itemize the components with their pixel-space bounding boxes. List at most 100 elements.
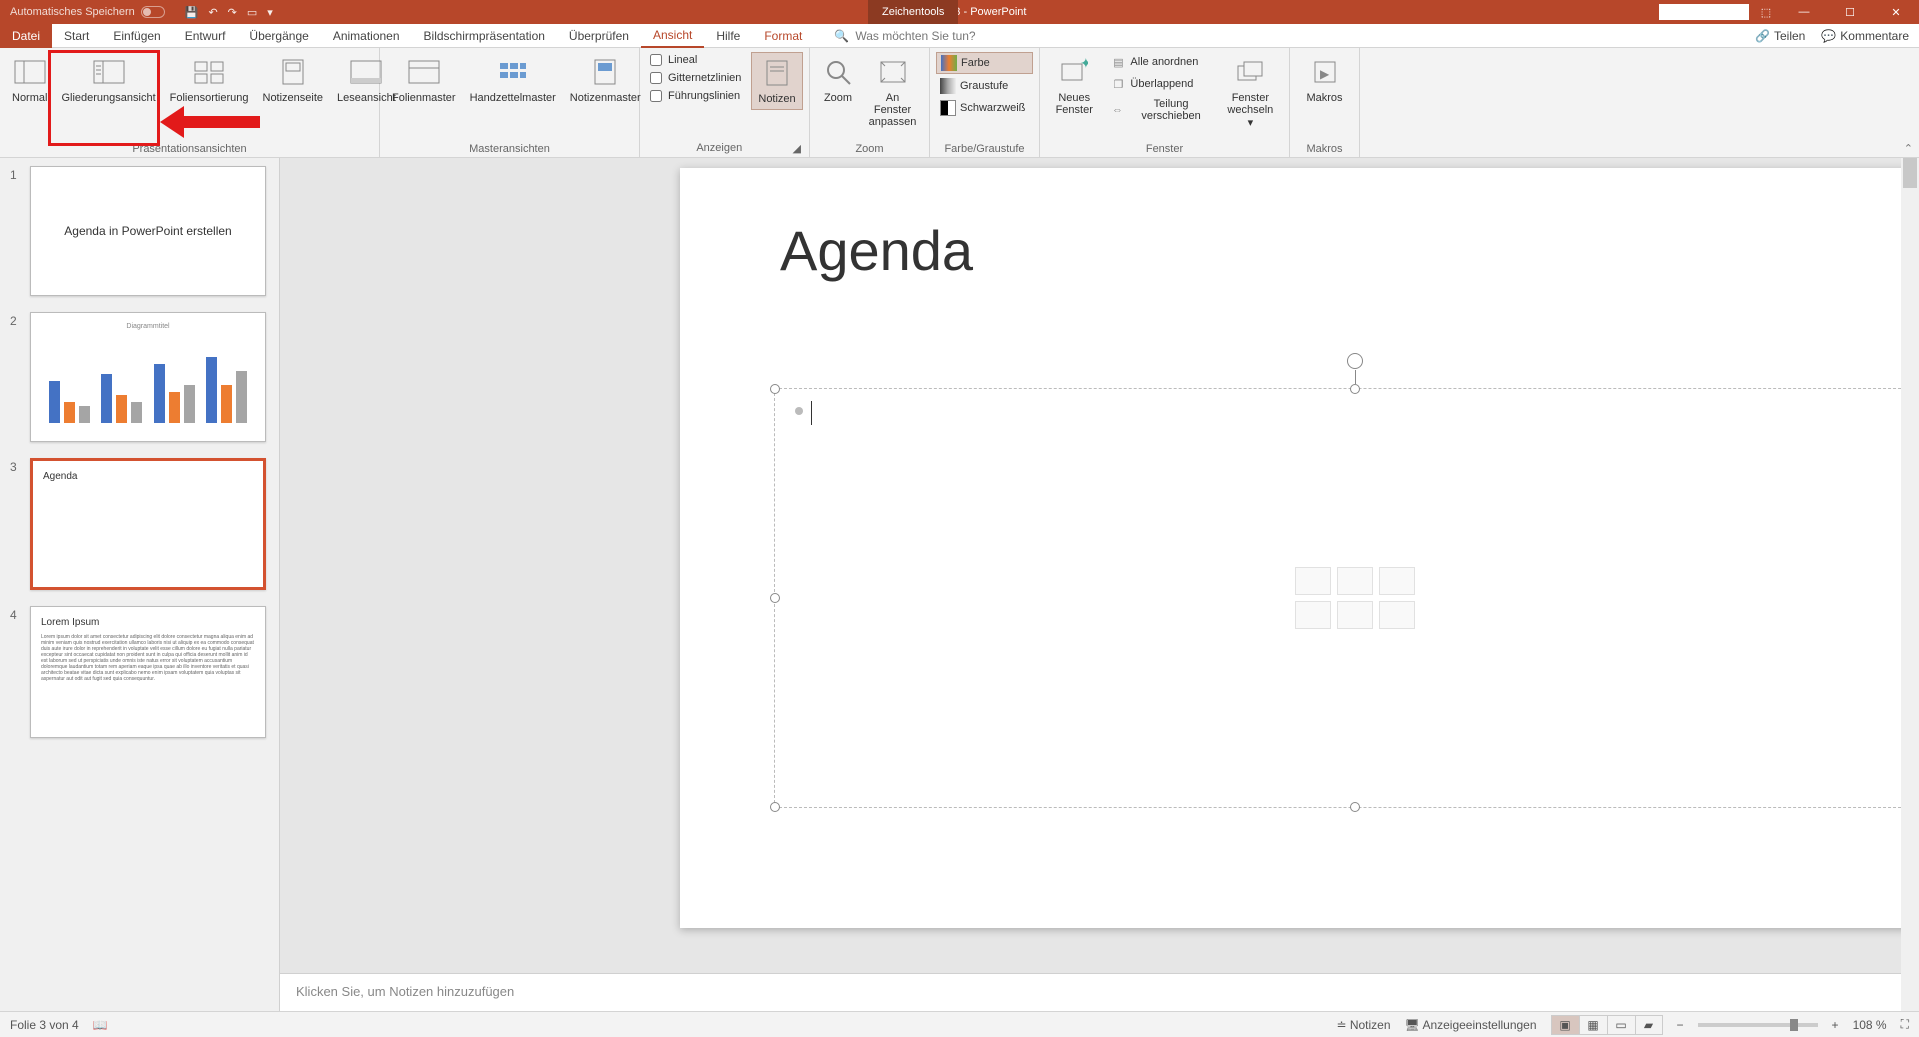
slide-sorter-statusbar-button[interactable]: ▦ — [1579, 1015, 1607, 1035]
insert-smartart-icon[interactable] — [1379, 567, 1415, 595]
move-split-button[interactable]: ⇔Teilung verschieben — [1106, 96, 1217, 124]
start-from-beginning-icon[interactable]: ▭ — [247, 6, 257, 19]
notes-pane[interactable]: Klicken Sie, um Notizen hinzuzufügen — [280, 973, 1901, 1011]
fit-to-window-statusbar-button[interactable]: ⛶ — [1901, 1017, 1909, 1032]
spell-check-icon[interactable]: 📖 — [93, 1018, 108, 1032]
maximize-button[interactable]: ☐ — [1827, 0, 1873, 24]
resize-handle[interactable] — [770, 384, 780, 394]
switch-windows-button[interactable]: Fenster wechseln ▾ — [1218, 52, 1283, 133]
slide-title[interactable]: Agenda — [780, 218, 973, 283]
slide-thumbnail-1[interactable]: Agenda in PowerPoint erstellen — [30, 166, 266, 296]
zoom-out-button[interactable]: − — [1677, 1018, 1684, 1032]
insert-picture-icon[interactable] — [1295, 601, 1331, 629]
tell-me-search[interactable]: 🔍 Was möchten Sie tun? — [834, 29, 975, 43]
thumb-title: Agenda — [43, 471, 253, 482]
notes-pane-button[interactable]: Notizen — [751, 52, 802, 110]
vertical-scrollbar[interactable] — [1901, 158, 1919, 1011]
insert-chart-icon[interactable] — [1337, 567, 1373, 595]
tab-slideshow[interactable]: Bildschirmpräsentation — [412, 24, 557, 48]
qat-customize-icon[interactable]: ▾ — [267, 6, 273, 19]
zoom-button[interactable]: Zoom — [816, 52, 860, 132]
resize-handle[interactable] — [770, 802, 780, 812]
dialog-launcher-icon[interactable]: ◢ — [793, 142, 801, 155]
collapse-ribbon-icon[interactable]: ⌃ — [1904, 142, 1913, 155]
normal-view-button[interactable]: Normal — [6, 52, 53, 108]
group-label-macros: Makros — [1296, 141, 1353, 155]
title-search-box[interactable] — [1659, 4, 1749, 20]
tab-insert[interactable]: Einfügen — [101, 24, 172, 48]
scrollbar-thumb[interactable] — [1903, 158, 1917, 188]
black-white-button[interactable]: Schwarzweiß — [936, 98, 1033, 118]
slide-number: 4 — [10, 606, 22, 738]
undo-icon[interactable]: ↶ — [208, 6, 217, 19]
ribbon-display-options-icon[interactable]: ⬚ — [1751, 0, 1781, 24]
thumb-chart-title: Diagrammtitel — [41, 323, 255, 330]
insert-video-icon[interactable] — [1379, 601, 1415, 629]
new-window-button[interactable]: ✦Neues Fenster — [1046, 52, 1102, 133]
tab-format[interactable]: Format — [752, 24, 814, 48]
normal-view-statusbar-button[interactable]: ▣ — [1551, 1015, 1579, 1035]
tab-animations[interactable]: Animationen — [321, 24, 412, 48]
slide-number: 3 — [10, 458, 22, 590]
arrange-all-button[interactable]: ▤Alle anordnen — [1106, 52, 1217, 72]
tab-design[interactable]: Entwurf — [173, 24, 238, 48]
notes-page-icon — [277, 56, 309, 88]
outline-view-button[interactable]: Gliederungsansicht — [55, 52, 161, 108]
slide-thumbnail-3[interactable]: Agenda — [30, 458, 266, 590]
handout-master-button[interactable]: Handzettelmaster — [464, 52, 562, 108]
zoom-in-button[interactable]: + — [1832, 1018, 1839, 1032]
content-placeholder[interactable] — [774, 388, 1919, 808]
slide-canvas[interactable]: Agenda — [280, 158, 1919, 1011]
handout-master-icon — [497, 56, 529, 88]
zoom-slider[interactable] — [1698, 1023, 1818, 1027]
gridlines-checkbox[interactable]: Gitternetzlinien — [646, 70, 745, 86]
minimize-button[interactable]: — — [1781, 0, 1827, 24]
insert-table-icon[interactable] — [1295, 567, 1331, 595]
svg-text:▶: ▶ — [1320, 67, 1330, 81]
tab-view[interactable]: Ansicht — [641, 24, 704, 48]
thumb-chart-icon — [49, 353, 247, 423]
thumb-title: Agenda in PowerPoint erstellen — [64, 224, 231, 238]
tab-start[interactable]: Start — [52, 24, 101, 48]
notes-toggle-button[interactable]: ≐ Notizen — [1336, 1018, 1390, 1032]
tab-help[interactable]: Hilfe — [704, 24, 752, 48]
fit-to-window-button[interactable]: An Fenster anpassen — [862, 52, 923, 132]
slide-master-button[interactable]: Folienmaster — [386, 52, 462, 108]
notes-page-button[interactable]: Notizenseite — [257, 52, 330, 108]
slide-thumbnail-2[interactable]: Diagrammtitel — [30, 312, 266, 442]
share-button[interactable]: 🔗 Teilen — [1755, 29, 1805, 43]
insert-online-picture-icon[interactable] — [1337, 601, 1373, 629]
resize-handle[interactable] — [1350, 384, 1360, 394]
slideshow-statusbar-button[interactable]: ▰ — [1635, 1015, 1663, 1035]
redo-icon[interactable]: ↷ — [228, 6, 237, 19]
comments-button[interactable]: 💬 Kommentare — [1821, 29, 1909, 43]
slide-master-icon — [408, 56, 440, 88]
tab-file[interactable]: Datei — [0, 24, 52, 48]
autosave-toggle[interactable]: Automatisches Speichern — [0, 6, 175, 18]
rotate-handle-icon[interactable] — [1347, 353, 1363, 369]
zoom-icon — [822, 56, 854, 88]
slide-sorter-button[interactable]: Foliensortierung — [164, 52, 255, 108]
new-window-icon: ✦ — [1058, 56, 1090, 88]
reading-view-statusbar-button[interactable]: ▭ — [1607, 1015, 1635, 1035]
zoom-level[interactable]: 108 % — [1853, 1018, 1887, 1032]
color-button[interactable]: Farbe — [936, 52, 1033, 74]
save-icon[interactable]: 💾 — [185, 6, 199, 19]
notes-master-button[interactable]: Notizenmaster — [564, 52, 647, 108]
display-settings-button[interactable]: 🖥 Anzeigeeinstellungen — [1405, 1018, 1537, 1032]
slide-counter[interactable]: Folie 3 von 4 — [10, 1018, 79, 1032]
resize-handle[interactable] — [770, 593, 780, 603]
tab-review[interactable]: Überprüfen — [557, 24, 641, 48]
cascade-icon: ❐ — [1110, 76, 1126, 92]
fit-window-icon — [877, 56, 909, 88]
slide-thumbnail-4[interactable]: Lorem Ipsum Lorem ipsum dolor sit amet c… — [30, 606, 266, 738]
resize-handle[interactable] — [1350, 802, 1360, 812]
macros-button[interactable]: ▶Makros — [1296, 52, 1353, 108]
guides-checkbox[interactable]: Führungslinien — [646, 88, 745, 104]
group-label-master-views: Masteransichten — [386, 141, 633, 155]
grayscale-button[interactable]: Graustufe — [936, 76, 1033, 96]
tab-transitions[interactable]: Übergänge — [237, 24, 320, 48]
close-button[interactable]: ✕ — [1873, 0, 1919, 24]
ruler-checkbox[interactable]: Lineal — [646, 52, 745, 68]
cascade-button[interactable]: ❐Überlappend — [1106, 74, 1217, 94]
